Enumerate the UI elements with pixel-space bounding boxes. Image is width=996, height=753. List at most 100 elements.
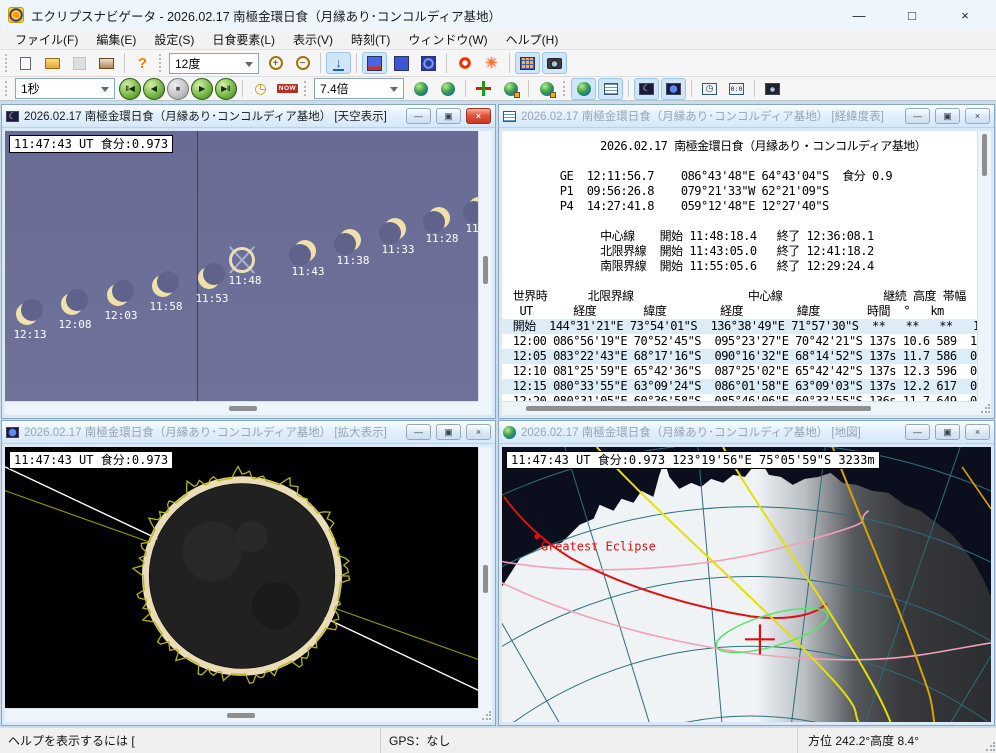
zoom-window-titlebar[interactable]: 2026.02.17 南極金環日食（月縁あり･コンコルディア基地） [拡大表示]… [2,421,495,444]
map-window-titlebar[interactable]: 2026.02.17 南極金環日食（月縁あり･コンコルディア基地） [地図] —… [499,421,994,444]
minimize-button[interactable]: — [836,0,882,30]
map-zoom-in-button[interactable] [408,78,433,100]
scroll-thumb[interactable] [526,406,871,411]
grid-table-button[interactable] [515,52,540,74]
sky-horizontal-scrollbar[interactable] [5,401,478,415]
globe-hammer-icon [540,82,554,96]
table-window-titlebar[interactable]: 2026.02.17 南極金環日食（月縁あり･コンコルディア基地） [経緯度表]… [499,105,994,128]
scroll-thumb[interactable] [483,565,488,593]
sky-close-button[interactable]: × [466,108,491,124]
magnified-eclipse-canvas[interactable] [5,447,478,708]
window-countdown-button[interactable]: 0:0 [724,78,749,100]
red-ring-icon [458,56,472,70]
menu-item-file[interactable]: ファイル(F) [6,29,87,50]
scroll-thumb[interactable] [982,134,987,176]
play-backward-button[interactable]: ◀ [143,78,165,100]
set-time-button[interactable]: ◷ [248,78,273,100]
map-canvas[interactable]: Greatest Eclipse [502,447,991,722]
toolbar-grip[interactable] [159,54,163,72]
time-now-button[interactable]: NOW [275,78,300,100]
view-grid-button[interactable] [389,52,414,74]
map-minimize-button[interactable]: — [905,424,930,440]
zoom-close-button[interactable]: × [466,424,491,440]
sky-minimize-button[interactable]: — [406,108,431,124]
menu-item-window[interactable]: ウィンドウ(W) [399,29,496,50]
toolbar-grip[interactable] [304,81,308,96]
scroll-thumb[interactable] [483,256,488,284]
sky-canvas[interactable]: 12:1312:0812:0311:5811:5311:4811:4311:38… [5,131,478,401]
step-backward-button[interactable]: ‖◀ [119,78,141,100]
menu-item-help[interactable]: ヘルプ(H) [497,29,568,50]
table-vertical-scrollbar[interactable] [977,131,991,401]
window-table-button[interactable] [598,78,623,100]
table-minimize-button[interactable]: — [905,108,930,124]
help-button[interactable]: ? [130,52,155,74]
snapshot-button[interactable] [542,52,567,74]
penumbra-edge-line [962,467,991,509]
coordinate-table: 2026.02.17 南極金環日食（月縁あり・コンコルディア基地） GE 12:… [502,131,977,401]
table-data-row: 12:10 081°25'59"E 65°42'36"S 087°25'02"E… [502,364,977,379]
time-step-select[interactable]: 1秒 [15,78,115,99]
zoom-minimize-button[interactable]: — [406,424,431,440]
sky-window-titlebar[interactable]: ☾ 2026.02.17 南極金環日食（月縁あり･コンコルディア基地） [天空表… [2,105,495,128]
new-file-button[interactable] [13,52,38,74]
print-button[interactable] [94,52,119,74]
table-text-line: 中心線 開始 11:48:18.4 終了 12:36:08.1 [502,229,977,244]
toolbar-grip[interactable] [5,81,9,96]
download-elements-button[interactable]: ↓ [326,52,351,74]
scroll-thumb[interactable] [229,406,257,411]
scroll-thumb[interactable] [227,713,255,718]
view-sky-button[interactable] [362,52,387,74]
menu-item-eclipse-elements[interactable]: 日食要素(L) [203,29,284,50]
view-circle-button[interactable] [416,52,441,74]
menu-item-settings[interactable]: 設定(S) [145,29,203,50]
main-titlebar[interactable]: エクリプスナビゲータ - 2026.02.17 南極金環日食（月縁あり･コンコル… [0,0,996,30]
zoom-horizontal-scrollbar[interactable] [5,708,478,722]
fov-select[interactable]: 12度 [169,53,259,74]
map-scale-select[interactable]: 7.4倍 [314,78,404,99]
step-forward-button[interactable]: ▶‖ [215,78,237,100]
zoom-vertical-scrollbar[interactable] [478,447,492,708]
window-zoom-button[interactable] [661,78,686,100]
map-close-button[interactable]: × [965,424,990,440]
menu-item-view[interactable]: 表示(V) [284,29,342,50]
window-sky-button[interactable]: ☾ [634,78,659,100]
sky-restore-button[interactable]: ▣ [436,108,461,124]
table-close-button[interactable]: × [965,108,990,124]
maximize-button[interactable]: □ [889,0,935,30]
map-center-button[interactable] [471,78,496,100]
fov-select-chevron-down-icon[interactable] [245,62,253,67]
sky-vertical-scrollbar[interactable] [478,131,492,401]
window-clock-button[interactable]: ◷ [697,78,722,100]
zoom-restore-button[interactable]: ▣ [436,424,461,440]
close-button[interactable]: × [942,0,988,30]
map-scale-select-chevron-down-icon[interactable] [390,87,398,92]
menu-item-edit[interactable]: 編集(E) [87,29,145,50]
map-edit-button[interactable] [534,78,559,100]
zoom-out-button[interactable]: − [290,52,315,74]
map-settings-button[interactable] [498,78,523,100]
scrollbar-corner [977,401,991,415]
moon-disc-icon [289,244,311,266]
window-camera-button[interactable] [760,78,785,100]
play-forward-button[interactable]: ▶ [191,78,213,100]
toolbar-grip[interactable] [563,81,567,96]
annular-eclipse-button[interactable] [452,52,477,74]
resize-grip[interactable] [980,404,990,414]
toolbar-grip[interactable] [5,54,9,72]
table-text-line: 世界時 北限界線 中心線 継続 高度 帯幅 [502,289,977,304]
toolbar-separator [320,53,321,73]
open-file-button[interactable] [40,52,65,74]
table-horizontal-scrollbar[interactable] [502,401,977,415]
time-step-select-chevron-down-icon[interactable] [101,87,109,92]
window-map-button[interactable] [571,78,596,100]
map-restore-button[interactable]: ▣ [935,424,960,440]
table-restore-button[interactable]: ▣ [935,108,960,124]
zoom-in-button[interactable]: + [263,52,288,74]
window-resize-grip[interactable] [985,742,995,752]
map-zoom-out-button[interactable] [435,78,460,100]
sun-display-button[interactable]: ☀ [479,52,504,74]
resize-grip[interactable] [481,711,491,721]
menu-item-time[interactable]: 時刻(T) [342,29,399,50]
moon-disc-icon [112,280,134,302]
